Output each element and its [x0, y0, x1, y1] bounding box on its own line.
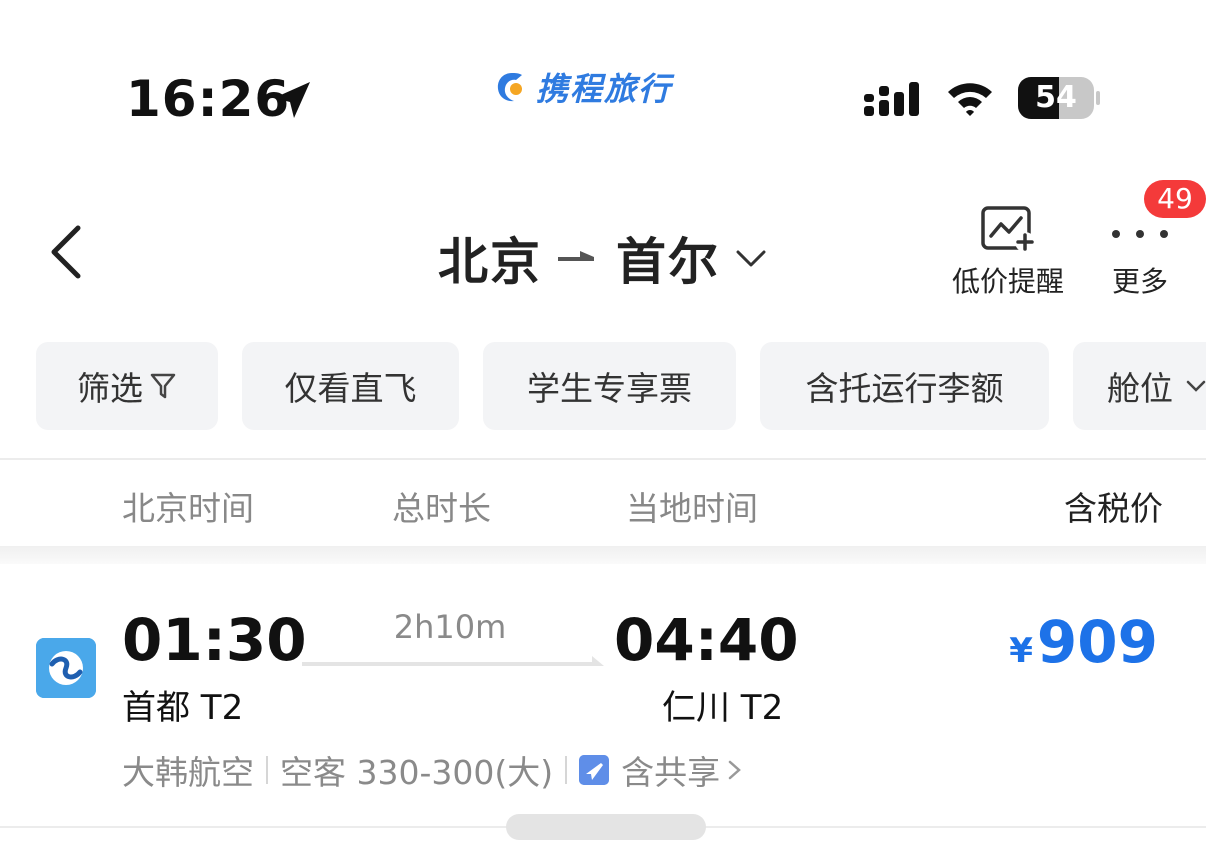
price-alert-label: 低价提醒: [951, 265, 1064, 298]
arrival-time: 04:40: [614, 606, 799, 674]
section-separator: [0, 546, 1206, 564]
filter-chip-direct[interactable]: 仅看直飞: [242, 342, 459, 430]
departure-time: 01:30: [122, 606, 307, 674]
arrival-airport: 仁川 T2: [662, 688, 784, 728]
column-header-duration[interactable]: 总时长: [392, 482, 491, 530]
divider: [0, 458, 1206, 460]
location-arrow-icon: [274, 82, 310, 118]
filter-chip-baggage[interactable]: 含托运行李额: [760, 342, 1049, 430]
filter-chip-label: 筛选: [77, 369, 143, 408]
codeshare-info[interactable]: 含共享: [579, 746, 744, 794]
column-header-arrive[interactable]: 当地时间: [626, 482, 758, 530]
filter-chip-label: 学生专享票: [527, 369, 692, 408]
origin-city: 北京: [438, 233, 542, 291]
back-button[interactable]: [40, 222, 96, 282]
plane-icon: [579, 755, 610, 785]
dolphin-logo-icon: [497, 73, 522, 102]
flight-price: ¥ 909: [1009, 608, 1158, 676]
funnel-icon: [150, 373, 176, 399]
price-value: 909: [1036, 608, 1158, 676]
route-selector[interactable]: 北京 首尔: [438, 222, 768, 294]
battery-icon: 54: [1018, 77, 1100, 119]
more-label: 更多: [1111, 265, 1168, 298]
airline-name: 大韩航空: [122, 753, 254, 792]
chevron-down-icon: [1186, 380, 1206, 392]
cellular-signal-icon: [864, 82, 919, 116]
more-button[interactable]: 更多: [1100, 210, 1180, 300]
notification-badge: 49: [1144, 180, 1206, 218]
filter-chip-label: 含托运行李额: [805, 369, 1004, 408]
flight-duration: 2h10m: [393, 608, 507, 646]
route-arrow-icon: [558, 251, 594, 261]
filter-bar: 筛选 仅看直飞 学生专享票 含托运行李额 舱位: [36, 342, 1206, 430]
meta-separator: [266, 756, 268, 784]
brand-name: 携程旅行: [536, 70, 673, 108]
flight-meta: 大韩航空 空客 330-300(大) 含共享: [122, 746, 744, 794]
wifi-icon: [948, 83, 992, 116]
filter-chip-label: 舱位: [1107, 369, 1173, 408]
destination-city: 首尔: [616, 233, 720, 291]
filter-chip-filter[interactable]: 筛选: [36, 342, 218, 430]
meta-separator: [565, 756, 568, 784]
home-indicator: [506, 814, 706, 840]
airline-logo-icon: [36, 638, 96, 698]
brand: 携程旅行: [494, 64, 672, 110]
column-header-depart[interactable]: 北京时间: [122, 482, 254, 530]
filter-chip-label: 仅看直飞: [284, 369, 417, 408]
duration-arrow-icon: [302, 656, 604, 666]
price-chart-alert-icon: [981, 206, 1035, 252]
chevron-down-icon: [736, 250, 766, 267]
filter-chip-cabin[interactable]: 舱位: [1073, 342, 1206, 430]
price-alert-button[interactable]: 低价提醒: [942, 204, 1074, 300]
battery-level: 54: [1035, 80, 1077, 115]
chevron-right-icon: [728, 760, 742, 780]
departure-airport: 首都 T2: [122, 688, 244, 728]
column-header-price[interactable]: 含税价: [1064, 482, 1163, 530]
codeshare-label: 含共享: [621, 753, 721, 792]
status-time: 16:26: [126, 70, 291, 128]
currency-symbol: ¥: [1009, 631, 1033, 671]
aircraft-type: 空客 330-300(大): [280, 753, 554, 792]
filter-chip-student[interactable]: 学生专享票: [483, 342, 736, 430]
